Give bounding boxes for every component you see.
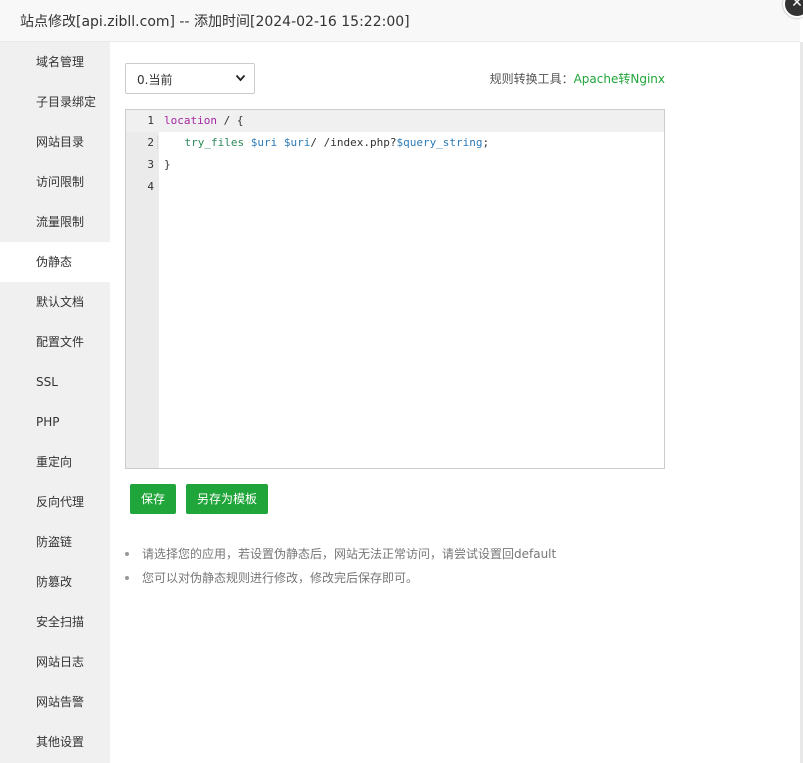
sidebar-item-tamper-proof[interactable]: 防篡改 [0, 562, 110, 602]
sidebar-item-subdir-binding[interactable]: 子目录绑定 [0, 82, 110, 122]
save-as-template-button[interactable]: 另存为模板 [186, 484, 269, 514]
editor-line: 1 location / { [126, 110, 664, 132]
sidebar-item-traffic-limit[interactable]: 流量限制 [0, 202, 110, 242]
dialog-title: 站点修改[api.zibll.com] -- 添加时间[2024-02-16 1… [20, 14, 410, 30]
sidebar: 域名管理 子目录绑定 网站目录 访问限制 流量限制 伪静态 默认文档 配置文件 … [0, 42, 110, 763]
main-panel: 0.当前 规则转换工具：Apache转Nginx 1 location / { … [110, 42, 800, 763]
code-keyword: location [164, 114, 217, 127]
sidebar-item-ssl[interactable]: SSL [0, 362, 110, 402]
tip-item: 请选择您的应用，若设置伪静态后，网站无法正常访问，请尝试设置回default [125, 542, 556, 566]
code-variable: $query_string [396, 136, 483, 149]
line-number: 4 [147, 180, 154, 193]
sidebar-item-default-doc[interactable]: 默认文档 [0, 282, 110, 322]
sidebar-item-reverse-proxy[interactable]: 反向代理 [0, 482, 110, 522]
template-select[interactable]: 0.当前 [125, 63, 255, 94]
sidebar-item-access-limit[interactable]: 访问限制 [0, 162, 110, 202]
code-text: / /index.php? [310, 136, 397, 149]
line-number: 1 [147, 114, 154, 127]
chevron-down-icon [235, 71, 246, 88]
template-select-value: 0.当前 [137, 73, 173, 87]
dialog-titlebar: 站点修改[api.zibll.com] -- 添加时间[2024-02-16 1… [0, 0, 800, 42]
code-editor[interactable]: 1 location / { 2 try_files $uri $uri/ /i… [125, 109, 665, 469]
line-number: 3 [147, 158, 154, 171]
sidebar-item-hotlink[interactable]: 防盗链 [0, 522, 110, 562]
code-function: try_files [184, 136, 245, 149]
code-text: location / { [164, 110, 243, 132]
line-number: 2 [147, 136, 154, 149]
sidebar-item-rewrite[interactable]: 伪静态 [0, 242, 110, 282]
rule-convert-label: 规则转换工具： [489, 72, 574, 86]
code-variable: $uri [250, 136, 278, 149]
apache-to-nginx-link[interactable]: Apache转Nginx [574, 72, 665, 86]
save-button[interactable]: 保存 [130, 484, 177, 514]
code-text: try_files $uri $uri/ /index.php?$query_s… [157, 132, 489, 154]
code-variable: $uri [283, 136, 311, 149]
code-text: / { [216, 114, 244, 127]
code-text: ; [482, 136, 490, 149]
editor-line: 2 try_files $uri $uri/ /index.php?$query… [126, 132, 664, 154]
sidebar-item-redirect[interactable]: 重定向 [0, 442, 110, 482]
sidebar-item-config-file[interactable]: 配置文件 [0, 322, 110, 362]
tips-list: 请选择您的应用，若设置伪静态后，网站无法正常访问，请尝试设置回default 您… [125, 542, 556, 590]
sidebar-item-site-logs[interactable]: 网站日志 [0, 642, 110, 682]
sidebar-item-site-directory[interactable]: 网站目录 [0, 122, 110, 162]
rule-convert-tool: 规则转换工具：Apache转Nginx [490, 70, 665, 87]
tip-item: 您可以对伪静态规则进行修改，修改完后保存即可。 [125, 566, 556, 590]
sidebar-item-site-alerts[interactable]: 网站告警 [0, 682, 110, 722]
sidebar-item-domain[interactable]: 域名管理 [0, 42, 110, 82]
code-text: } [164, 158, 171, 171]
indent-guide [157, 136, 185, 149]
sidebar-item-php[interactable]: PHP [0, 402, 110, 442]
editor-line: 3 } [126, 154, 664, 176]
sidebar-item-other-settings[interactable]: 其他设置 [0, 722, 110, 762]
editor-line: 4 [126, 176, 664, 198]
sidebar-item-security-scan[interactable]: 安全扫描 [0, 602, 110, 642]
